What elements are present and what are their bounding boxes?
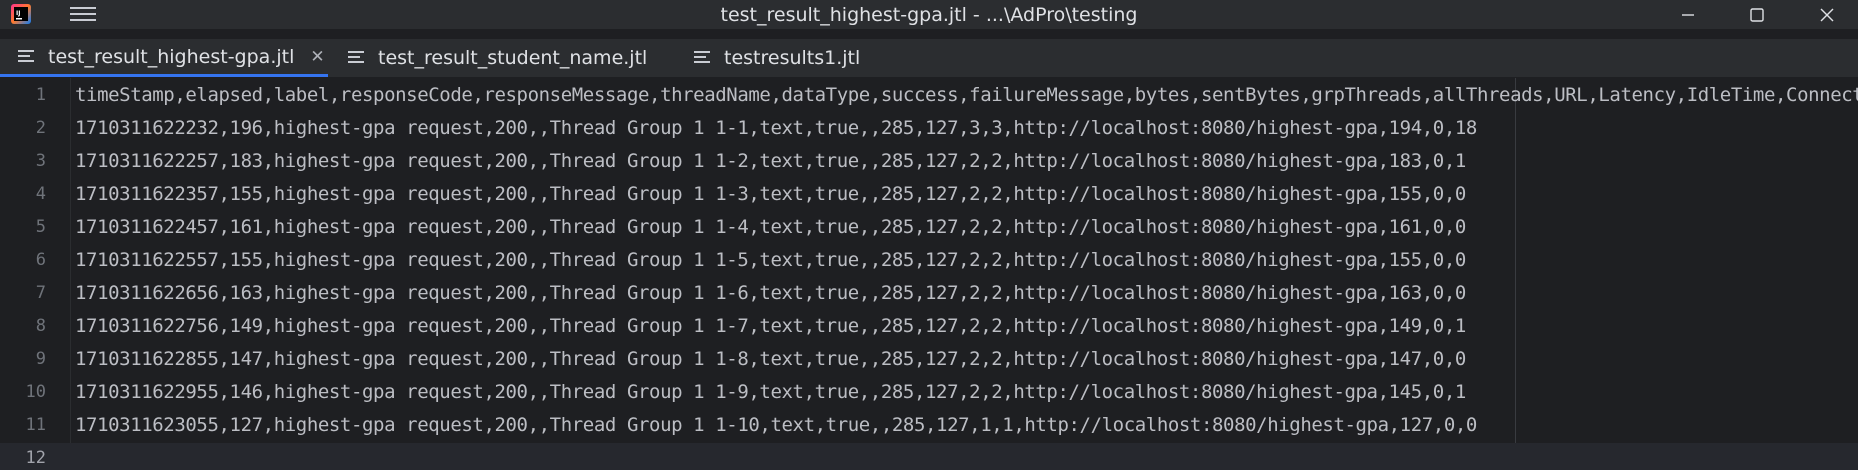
line-text[interactable]: 1710311622232,196,highest-gpa request,20… xyxy=(75,117,1477,139)
tab-testresults1[interactable]: testresults1.jtl xyxy=(694,39,884,77)
line-number: 2 xyxy=(35,118,46,138)
line-number: 12 xyxy=(25,448,46,468)
editor-line-current[interactable]: 12 xyxy=(0,443,1858,470)
minimize-icon[interactable] xyxy=(1658,0,1718,29)
editor-line[interactable]: 4 1710311622357,155,highest-gpa request,… xyxy=(0,179,1858,212)
line-number: 7 xyxy=(35,283,46,303)
code-editor[interactable]: 1 timeStamp,elapsed,label,responseCode,r… xyxy=(0,78,1858,470)
close-icon[interactable] xyxy=(1797,0,1857,29)
line-number: 3 xyxy=(35,151,46,171)
line-number: 6 xyxy=(35,250,46,270)
editor-line[interactable]: 5 1710311622457,161,highest-gpa request,… xyxy=(0,212,1858,245)
line-number: 5 xyxy=(35,217,46,237)
tab-close-icon[interactable]: ✕ xyxy=(310,47,324,67)
line-number: 11 xyxy=(25,415,46,435)
editor-line[interactable]: 11 1710311623055,127,highest-gpa request… xyxy=(0,410,1858,443)
editor-line[interactable]: 10 1710311622955,146,highest-gpa request… xyxy=(0,377,1858,410)
line-text[interactable]: 1710311622257,183,highest-gpa request,20… xyxy=(75,150,1466,172)
window-title: test_result_highest-gpa.jtl - ...\AdPro\… xyxy=(720,4,1138,26)
editor-line[interactable]: 2 1710311622232,196,highest-gpa request,… xyxy=(0,113,1858,146)
line-number: 10 xyxy=(25,382,46,402)
editor-line[interactable]: 8 1710311622756,149,highest-gpa request,… xyxy=(0,311,1858,344)
tab-test-result-student-name[interactable]: test_result_student_name.jtl xyxy=(348,39,658,77)
editor-line[interactable]: 1 timeStamp,elapsed,label,responseCode,r… xyxy=(0,80,1858,113)
line-text[interactable]: 1710311622855,147,highest-gpa request,20… xyxy=(75,348,1466,370)
line-text[interactable]: 1710311622557,155,highest-gpa request,20… xyxy=(75,249,1466,271)
line-text[interactable]: 1710311622756,149,highest-gpa request,20… xyxy=(75,315,1466,337)
tab-label: test_result_student_name.jtl xyxy=(378,47,648,69)
editor-line[interactable]: 3 1710311622257,183,highest-gpa request,… xyxy=(0,146,1858,179)
line-number: 4 xyxy=(35,184,46,204)
text-file-icon xyxy=(18,49,36,64)
line-text[interactable]: 1710311622656,163,highest-gpa request,20… xyxy=(75,282,1466,304)
tab-label: test_result_highest-gpa.jtl xyxy=(48,45,295,68)
line-text[interactable]: timeStamp,elapsed,label,responseCode,res… xyxy=(75,84,1858,106)
tab-label: testresults1.jtl xyxy=(724,47,861,69)
line-text[interactable]: 1710311622955,146,highest-gpa request,20… xyxy=(75,381,1466,403)
line-text[interactable]: 1710311622457,161,highest-gpa request,20… xyxy=(75,216,1466,238)
editor-line[interactable]: 7 1710311622656,163,highest-gpa request,… xyxy=(0,278,1858,311)
line-text[interactable]: 1710311622357,155,highest-gpa request,20… xyxy=(75,183,1466,205)
line-number: 8 xyxy=(35,316,46,336)
maximize-icon[interactable] xyxy=(1727,0,1787,29)
tab-test-result-highest-gpa[interactable]: test_result_highest-gpa.jtl ✕ xyxy=(0,39,328,77)
editor-tab-bar: test_result_highest-gpa.jtl ✕ test_resul… xyxy=(0,39,1858,78)
title-bar: IJ test_result_highest-gpa.jtl - ...\AdP… xyxy=(0,0,1858,29)
editor-line[interactable]: 6 1710311622557,155,highest-gpa request,… xyxy=(0,245,1858,278)
line-number: 9 xyxy=(35,349,46,369)
line-number: 1 xyxy=(35,85,46,105)
text-file-icon xyxy=(348,51,366,65)
line-text[interactable]: 1710311623055,127,highest-gpa request,20… xyxy=(75,414,1477,436)
editor-line[interactable]: 9 1710311622855,147,highest-gpa request,… xyxy=(0,344,1858,377)
text-file-icon xyxy=(694,51,712,65)
